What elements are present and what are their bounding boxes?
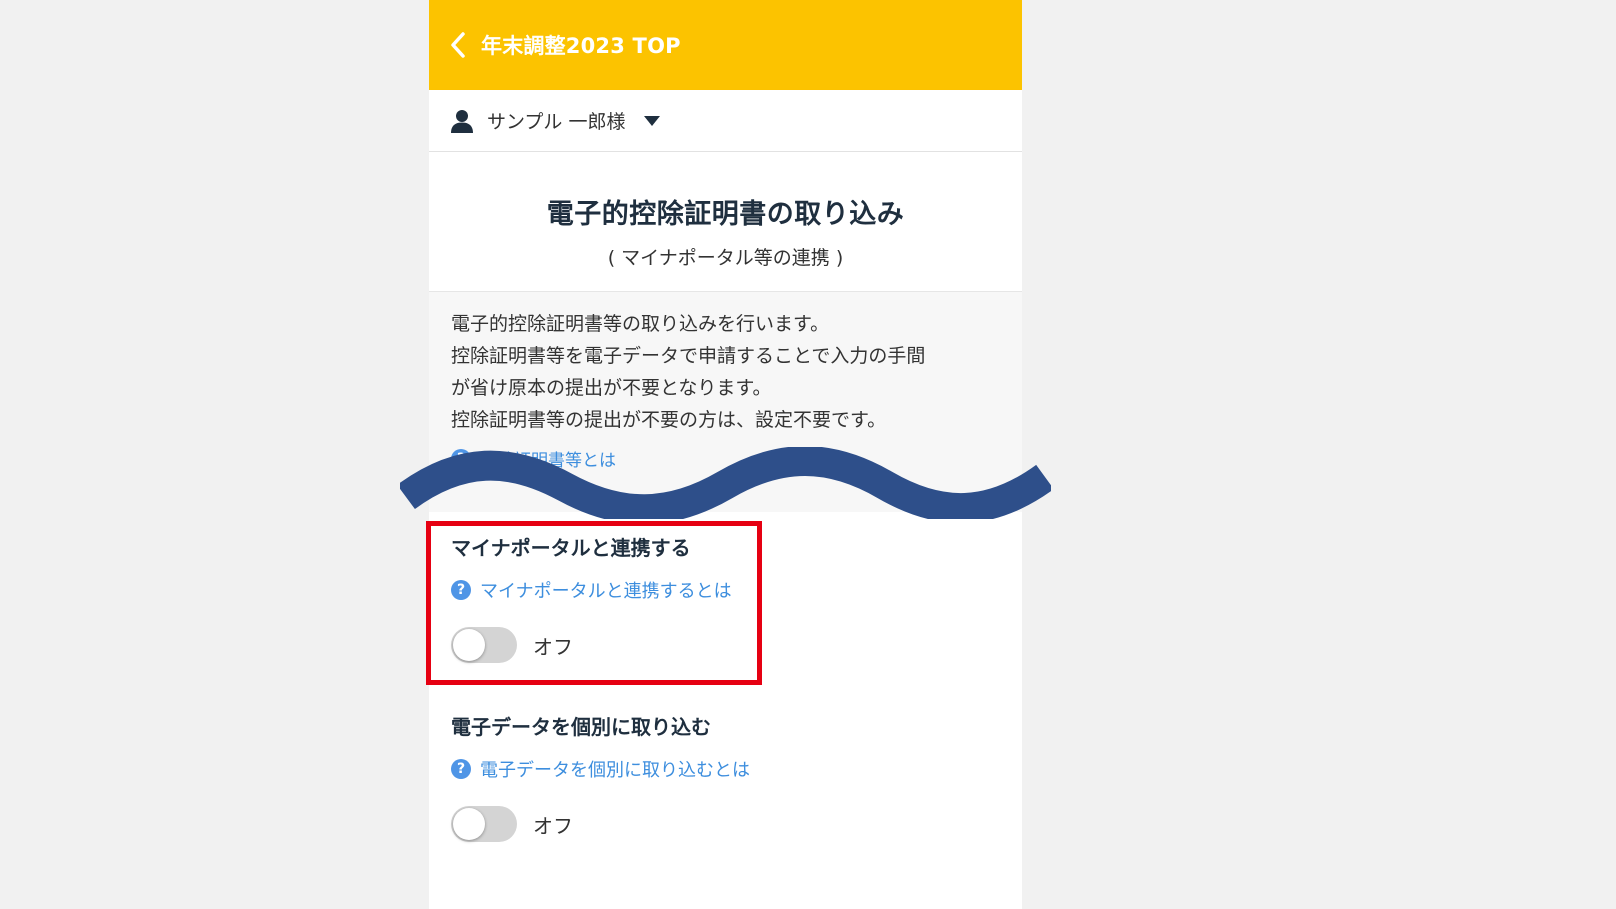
person-icon xyxy=(451,109,473,133)
section-heading: マイナポータルと連携する xyxy=(451,536,691,560)
toggle-row: オフ xyxy=(451,627,732,663)
user-menu[interactable]: サンプル 一郎様 xyxy=(429,90,1022,152)
page-title-block: 電子的控除証明書の取り込み ( マイナポータル等の連携 ) xyxy=(429,152,1022,292)
header-bar: 年末調整2023 TOP xyxy=(429,0,1022,90)
caret-down-icon xyxy=(644,115,661,126)
myna-portal-section: マイナポータルと連携する ? マイナポータルと連携するとは オフ xyxy=(451,532,732,663)
toggle-row: オフ xyxy=(451,806,750,842)
myna-portal-help-link[interactable]: ? マイナポータルと連携するとは xyxy=(451,577,732,603)
section-heading: 電子データを個別に取り込む xyxy=(451,715,711,739)
individual-import-help-link[interactable]: ? 電子データを個別に取り込むとは xyxy=(451,756,750,782)
individual-import-toggle[interactable] xyxy=(451,806,517,842)
description-line: 電子的控除証明書等の取り込みを行います。 xyxy=(451,313,830,335)
toggle-state-label: オフ xyxy=(533,813,573,838)
help-icon: ? xyxy=(451,759,471,779)
help-icon: ? xyxy=(451,580,471,600)
individual-import-section: 電子データを個別に取り込む ? 電子データを個別に取り込むとは オフ xyxy=(451,711,750,842)
toggle-state-label: オフ xyxy=(533,634,573,659)
user-name: サンプル 一郎様 xyxy=(487,111,626,133)
page-title: 電子的控除証明書の取り込み xyxy=(546,199,905,230)
page-subtitle: ( マイナポータル等の連携 ) xyxy=(607,247,844,269)
header-title: 年末調整2023 TOP xyxy=(481,34,681,58)
help-link-label: 電子データを個別に取り込むとは xyxy=(480,760,750,781)
section-break-wave xyxy=(400,447,1051,519)
toggle-knob xyxy=(453,808,485,840)
chevron-left-icon xyxy=(451,32,465,58)
help-link-label: マイナポータルと連携するとは xyxy=(480,581,732,602)
toggle-knob xyxy=(453,629,485,661)
myna-portal-toggle[interactable] xyxy=(451,627,517,663)
description-line: 控除証明書等を電子データで申請することで入力の手間 xyxy=(451,345,926,367)
description-line: 控除証明書等の提出が不要の方は、設定不要です。 xyxy=(451,409,887,431)
description-line: が省け原本の提出が不要となります。 xyxy=(451,377,772,399)
back-button[interactable]: 年末調整2023 TOP xyxy=(447,30,681,60)
